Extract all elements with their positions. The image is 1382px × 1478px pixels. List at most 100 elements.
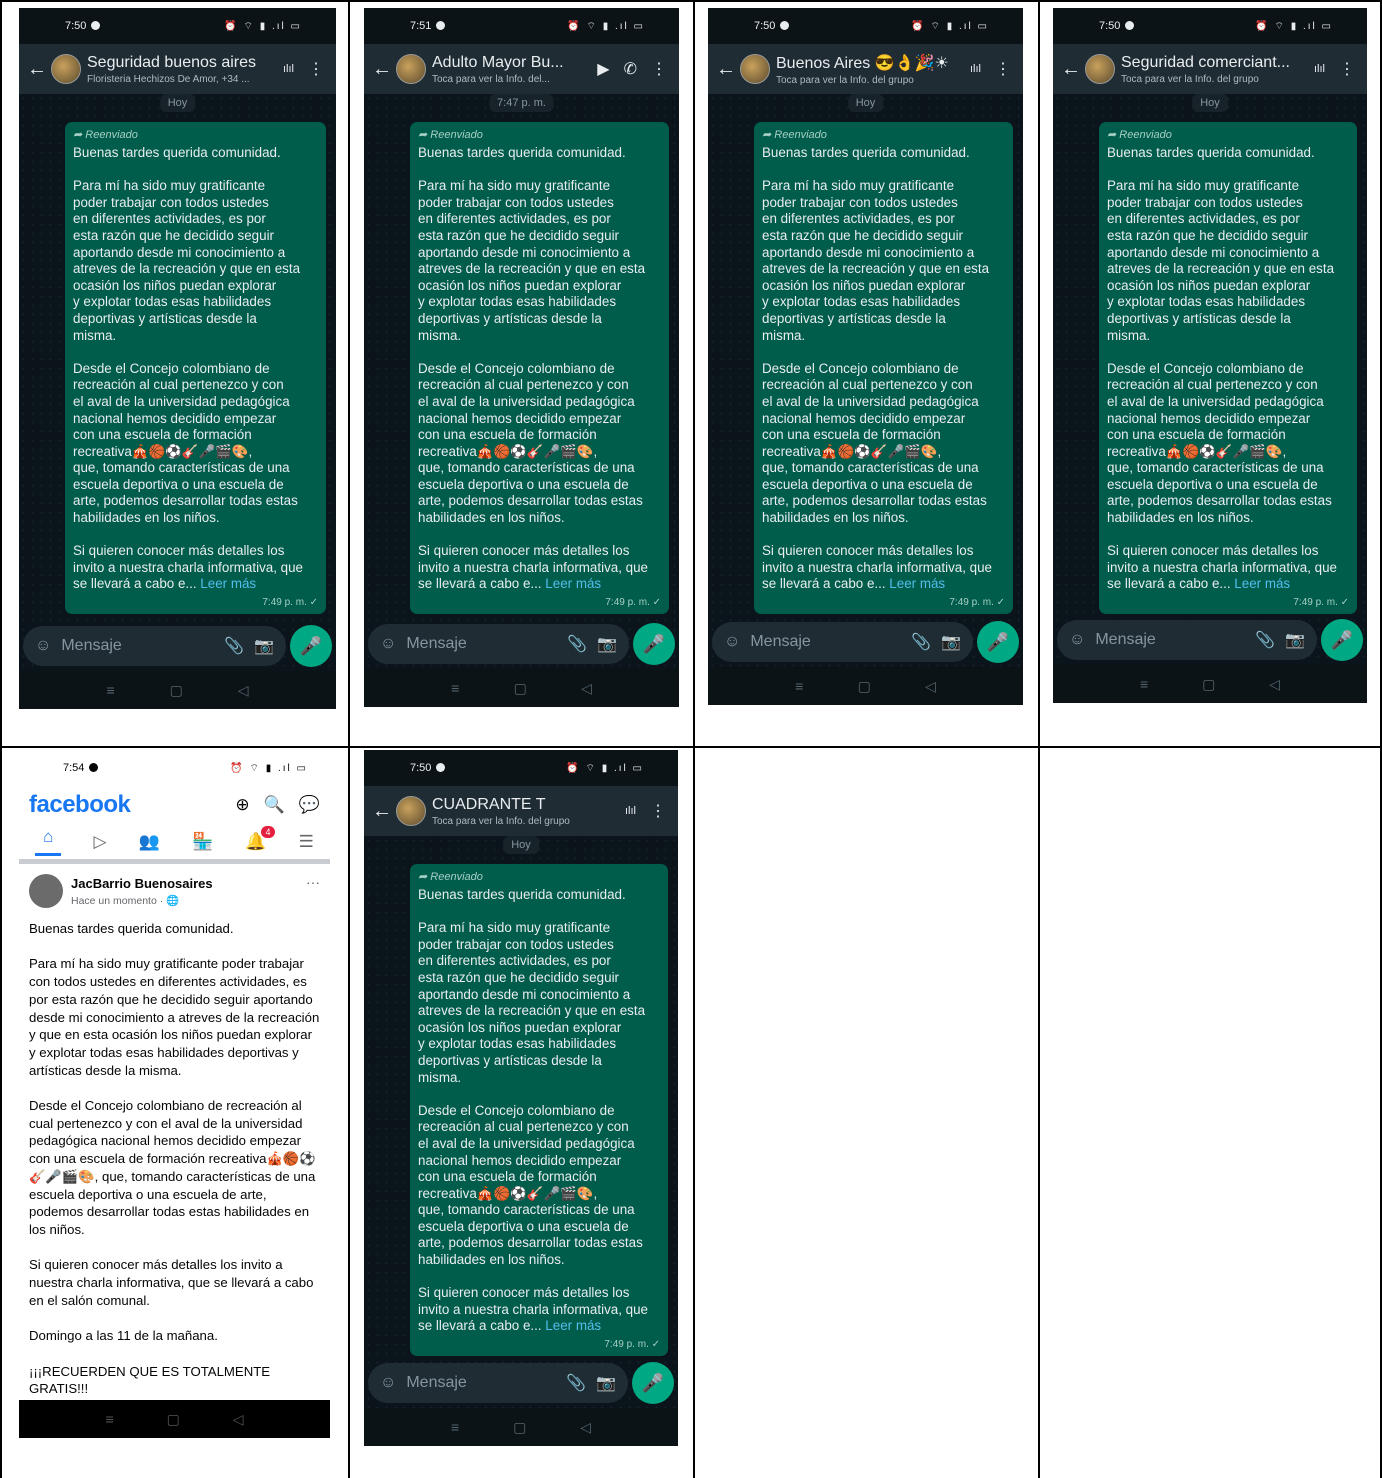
nav-home-icon[interactable]: ▢ <box>1202 676 1215 693</box>
nav-home-icon[interactable]: ▢ <box>514 680 527 697</box>
chat-subtitle[interactable]: Floristeria Hechizos De Amor, +34 ... <box>87 74 283 85</box>
avatar[interactable] <box>29 874 63 908</box>
more-options-icon[interactable]: ⋮ <box>1339 59 1355 79</box>
chat-header[interactable]: ← CUADRANTE T Toca para ver la Info. del g… <box>364 786 678 836</box>
chat-header[interactable]: ← Seguridad comerciant... Toca para ver la… <box>1053 44 1367 94</box>
emoji-icon[interactable]: ☺ <box>380 1374 396 1392</box>
emoji-icon[interactable]: ☺ <box>380 635 396 653</box>
message-input[interactable]: ☺ Mensaje 📎 📷 <box>23 626 286 666</box>
more-options-icon[interactable]: ⋮ <box>651 59 667 79</box>
chat-subtitle[interactable]: Toca para ver la Info. del... <box>432 74 597 85</box>
nav-menu-icon[interactable]: ≡ <box>1140 676 1148 692</box>
emoji-icon[interactable]: ☺ <box>1069 631 1085 649</box>
back-arrow-icon[interactable]: ← <box>372 58 392 81</box>
nav-back-icon[interactable]: ◁ <box>925 678 936 695</box>
attach-icon[interactable]: 📎 <box>911 632 931 652</box>
message-bubble[interactable]: ➦ Reenviado Buenas tardes querida comunid… <box>410 864 668 1357</box>
message-bubble[interactable]: ➦ Reenviado Buenas tardes querida comunid… <box>65 122 326 615</box>
chat-name[interactable]: Adulto Mayor Bu... <box>432 54 597 72</box>
video-icon[interactable]: ▷ <box>93 832 106 852</box>
video-call-icon[interactable]: ▶ <box>597 59 609 79</box>
call-icon[interactable]: ✆ <box>624 59 637 79</box>
attach-icon[interactable]: 📎 <box>566 1373 586 1393</box>
mic-button[interactable]: 🎤 <box>977 621 1019 663</box>
camera-icon[interactable]: 📷 <box>597 634 617 654</box>
nav-menu-icon[interactable]: ≡ <box>795 678 803 694</box>
read-more-link[interactable]: Leer más <box>545 1318 601 1333</box>
notifications-icon[interactable]: 🔔 4 <box>245 825 275 852</box>
emoji-icon[interactable]: ☺ <box>724 633 740 651</box>
message-input[interactable]: ☺ Mensaje 📎 📷 <box>1057 620 1317 660</box>
group-avatar[interactable] <box>1085 54 1115 84</box>
attach-icon[interactable]: 📎 <box>224 636 244 656</box>
message-input[interactable]: ☺ Mensaje 📎 📷 <box>368 1363 628 1403</box>
chat-header[interactable]: ← Adulto Mayor Bu... Toca para ver la Info… <box>364 44 679 94</box>
message-input[interactable]: ☺ Mensaje 📎 📷 <box>712 622 973 662</box>
nav-back-icon[interactable]: ◁ <box>238 682 249 699</box>
post-author[interactable]: JacBarrio Buenosaires <box>71 876 213 891</box>
camera-icon[interactable]: 📷 <box>1285 630 1305 650</box>
mic-button[interactable]: 🎤 <box>632 1362 674 1404</box>
chat-name[interactable]: Seguridad comerciant... <box>1121 54 1314 72</box>
message-input[interactable]: ☺ Mensaje 📎 📷 <box>368 624 629 664</box>
nav-back-icon[interactable]: ◁ <box>581 680 592 697</box>
mic-button[interactable]: 🎤 <box>633 623 675 665</box>
home-icon[interactable]: ⌂ <box>35 827 62 856</box>
chat-header[interactable]: ← Buenos Aires 😎👌🎉☀ Toca para ver la Info.… <box>708 44 1023 94</box>
back-arrow-icon[interactable]: ← <box>372 800 392 823</box>
back-arrow-icon[interactable]: ← <box>716 58 736 81</box>
messenger-icon[interactable]: 💬 <box>299 795 320 815</box>
nav-back-icon[interactable]: ◁ <box>580 1419 591 1436</box>
attach-icon[interactable]: 📎 <box>567 634 587 654</box>
more-options-icon[interactable]: ⋮ <box>308 59 324 79</box>
audio-icon[interactable]: ılıl <box>1314 63 1325 75</box>
nav-home-icon[interactable]: ▢ <box>167 1411 180 1428</box>
chat-subtitle[interactable]: Toca para ver la Info. del grupo <box>432 816 625 827</box>
nav-menu-icon[interactable]: ≡ <box>105 1411 113 1427</box>
marketplace-icon[interactable]: 🏪 <box>192 832 213 852</box>
search-icon[interactable]: 🔍 <box>264 795 285 815</box>
group-avatar[interactable] <box>396 796 426 826</box>
nav-home-icon[interactable]: ▢ <box>513 1419 526 1436</box>
more-options-icon[interactable]: ⋮ <box>995 59 1011 79</box>
mic-button[interactable]: 🎤 <box>1321 619 1363 661</box>
mic-button[interactable]: 🎤 <box>290 625 332 667</box>
read-more-link[interactable]: Leer más <box>545 576 601 591</box>
read-more-link[interactable]: Leer más <box>200 576 256 591</box>
chat-subtitle[interactable]: Toca para ver la Info. del grupo <box>776 75 970 86</box>
friends-icon[interactable]: 👥 <box>139 832 160 852</box>
nav-back-icon[interactable]: ◁ <box>233 1411 244 1428</box>
chat-name[interactable]: CUADRANTE T <box>432 796 625 814</box>
back-arrow-icon[interactable]: ← <box>27 58 47 81</box>
chat-header[interactable]: ← Seguridad buenos aires Floristeria Hechi… <box>19 44 336 94</box>
group-avatar[interactable] <box>51 54 81 84</box>
more-icon[interactable]: ··· <box>306 874 320 890</box>
camera-icon[interactable]: 📷 <box>941 632 961 652</box>
message-bubble[interactable]: ➦ Reenviado Buenas tardes querida comunid… <box>410 122 669 615</box>
read-more-link[interactable]: Leer más <box>889 576 945 591</box>
create-icon[interactable]: ⊕ <box>235 795 249 815</box>
group-avatar[interactable] <box>396 54 426 84</box>
message-bubble[interactable]: ➦ Reenviado Buenas tardes querida comunid… <box>754 122 1013 615</box>
audio-icon[interactable]: ılıl <box>283 63 294 75</box>
menu-icon[interactable]: ☰ <box>299 832 314 852</box>
camera-icon[interactable]: 📷 <box>254 636 274 656</box>
chat-subtitle[interactable]: Toca para ver la Info. del grupo <box>1121 74 1314 85</box>
nav-menu-icon[interactable]: ≡ <box>451 680 459 696</box>
nav-home-icon[interactable]: ▢ <box>170 682 183 699</box>
nav-menu-icon[interactable]: ≡ <box>106 682 114 698</box>
camera-icon[interactable]: 📷 <box>596 1373 616 1393</box>
more-options-icon[interactable]: ⋮ <box>650 801 666 821</box>
message-bubble[interactable]: ➦ Reenviado Buenas tardes querida comunid… <box>1099 122 1357 615</box>
nav-menu-icon[interactable]: ≡ <box>451 1419 459 1435</box>
audio-icon[interactable]: ılıl <box>970 63 981 75</box>
nav-back-icon[interactable]: ◁ <box>1269 676 1280 693</box>
group-avatar[interactable] <box>740 54 770 84</box>
audio-icon[interactable]: ılıl <box>625 805 636 817</box>
chat-name[interactable]: Buenos Aires 😎👌🎉☀ <box>776 53 970 73</box>
back-arrow-icon[interactable]: ← <box>1061 58 1081 81</box>
emoji-icon[interactable]: ☺ <box>35 637 51 655</box>
attach-icon[interactable]: 📎 <box>1255 630 1275 650</box>
nav-home-icon[interactable]: ▢ <box>858 678 871 695</box>
chat-name[interactable]: Seguridad buenos aires <box>87 54 283 72</box>
